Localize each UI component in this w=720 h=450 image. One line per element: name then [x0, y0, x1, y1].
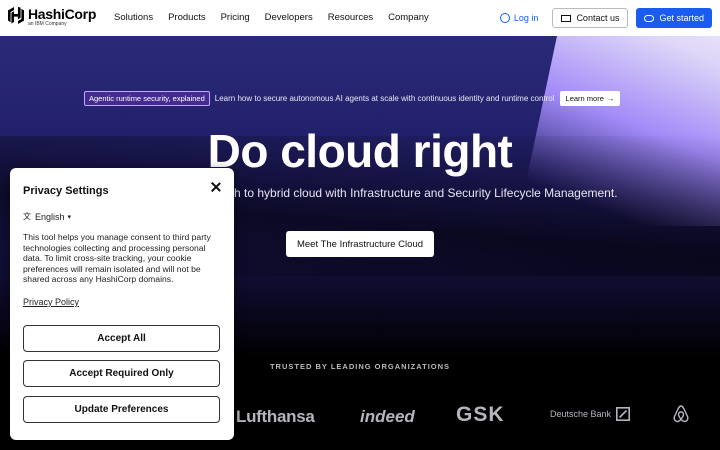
nav-developers[interactable]: Developers: [265, 12, 313, 23]
learn-more-label: Learn more: [565, 94, 604, 103]
language-value: English: [35, 211, 65, 222]
infrastructure-cloud-button[interactable]: Meet The Infrastructure Cloud: [286, 231, 434, 257]
deutsche-bank-slash-icon: [616, 407, 631, 421]
deutsche-bank-logo: Deutsche Bank: [550, 407, 631, 421]
privacy-description: This tool helps you manage consent to th…: [23, 232, 211, 285]
announcement-banner: Agentic runtime security, explained Lear…: [84, 91, 621, 106]
lufthansa-logo: Lufthansa: [236, 407, 315, 426]
privacy-settings-dialog: Privacy Settings 文 English ▾ This tool h…: [10, 168, 234, 440]
translate-icon: 文: [23, 212, 31, 221]
accept-required-button[interactable]: Accept Required Only: [23, 360, 220, 387]
contact-us-button[interactable]: Contact us: [552, 8, 629, 28]
get-started-label: Get started: [659, 13, 704, 23]
main-menu: Solutions Products Pricing Developers Re…: [114, 12, 444, 23]
close-icon[interactable]: [210, 181, 222, 193]
airbnb-icon: [673, 405, 689, 423]
hero-subheading: ch to hybrid cloud with Infrastructure a…: [228, 186, 618, 200]
envelope-icon: [561, 14, 572, 22]
hashicorp-logo-icon: [8, 7, 24, 24]
learn-more-button[interactable]: Learn more →: [559, 91, 621, 106]
user-icon: [499, 13, 510, 23]
nav-resources[interactable]: Resources: [328, 12, 373, 23]
update-preferences-button[interactable]: Update Preferences: [23, 396, 220, 423]
cloud-icon: [644, 14, 655, 22]
top-navigation: HashiCorp an IBM Company Solutions Produ…: [0, 0, 720, 36]
chevron-down-icon: ▾: [67, 213, 72, 221]
nav-solutions[interactable]: Solutions: [114, 12, 153, 23]
arrow-right-icon: →: [606, 94, 615, 103]
gsk-logo: GSK: [456, 403, 505, 426]
announcement-tag: Agentic runtime security, explained: [84, 91, 210, 106]
hashicorp-logo[interactable]: HashiCorp an IBM Company: [8, 7, 96, 27]
language-selector[interactable]: 文 English ▾: [23, 211, 71, 222]
privacy-title: Privacy Settings: [23, 185, 109, 197]
login-link[interactable]: Log in: [499, 13, 539, 23]
nav-company[interactable]: Company: [388, 12, 429, 23]
deutsche-bank-label: Deutsche Bank: [550, 409, 612, 419]
nav-products[interactable]: Products: [168, 12, 206, 23]
logo-subtitle: an IBM Company: [28, 21, 67, 27]
announcement-text: Learn how to secure autonomous AI agents…: [214, 94, 555, 103]
accept-all-button[interactable]: Accept All: [23, 325, 220, 352]
logo-name: HashiCorp: [28, 6, 97, 22]
nav-pricing[interactable]: Pricing: [221, 12, 250, 23]
contact-label: Contact us: [576, 13, 620, 23]
login-label: Log in: [513, 13, 539, 23]
get-started-button[interactable]: Get started: [636, 8, 712, 28]
privacy-policy-link[interactable]: Privacy Policy: [23, 297, 79, 307]
indeed-logo: indeed: [360, 407, 415, 426]
